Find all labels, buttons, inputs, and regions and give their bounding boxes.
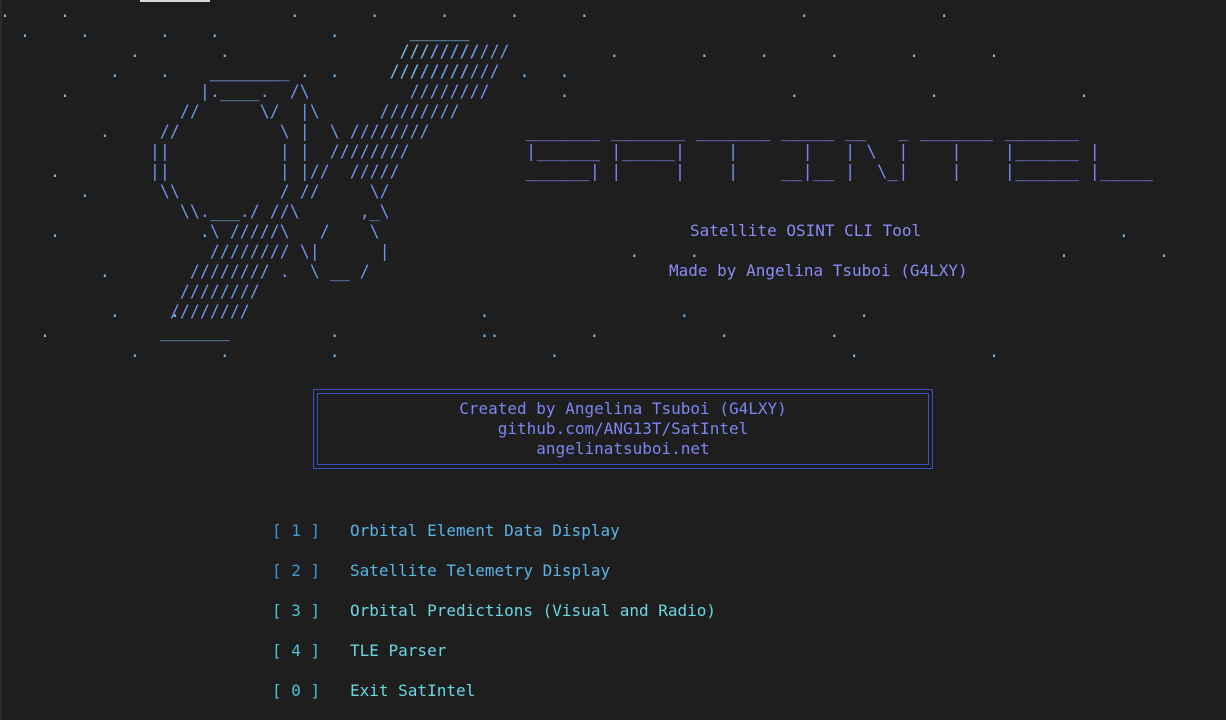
menu-item-orbital-element[interactable]: [ 1 ] Orbital Element Data Display <box>272 520 716 560</box>
menu-key: [ 3 ] <box>272 601 321 620</box>
main-menu: [ 1 ] Orbital Element Data Display [ 2 ]… <box>272 520 716 720</box>
menu-label: Orbital Predictions (Visual and Radio) <box>350 601 717 620</box>
menu-label: Satellite Telemetry Display <box>350 561 611 580</box>
credits-inner-frame: Created by Angelina Tsuboi (G4LXY) githu… <box>317 393 929 465</box>
credits-github-link[interactable]: github.com/ANG13T/SatIntel <box>498 419 748 439</box>
credits-website-link[interactable]: angelinatsuboi.net <box>536 439 709 459</box>
menu-item-exit[interactable]: [ 0 ] Exit SatIntel <box>272 680 716 720</box>
credits-author: Created by Angelina Tsuboi (G4LXY) <box>459 399 787 418</box>
menu-item-tle-parser[interactable]: [ 4 ] TLE Parser <box>272 640 716 680</box>
credits-box: Created by Angelina Tsuboi (G4LXY) githu… <box>313 389 933 469</box>
ascii-satellite-logo: //////// ________ //////// |.____. /\ //… <box>149 42 510 341</box>
tagline-author: Made by Angelina Tsuboi (G4LXY) <box>669 261 968 280</box>
menu-item-predictions[interactable]: [ 3 ] Orbital Predictions (Visual and Ra… <box>272 600 716 640</box>
ascii-satintel-title: _______ _______ _______ _____ __ _ _____… <box>526 122 1154 182</box>
menu-label: Exit SatIntel <box>350 681 476 700</box>
menu-key: [ 1 ] <box>272 521 321 540</box>
terminal-window: . . . . . . . . . . . . . . ______ . . /… <box>0 0 1226 720</box>
menu-key: [ 0 ] <box>272 681 321 700</box>
menu-key: [ 4 ] <box>272 641 321 660</box>
menu-item-telemetry[interactable]: [ 2 ] Satellite Telemetry Display <box>272 560 716 600</box>
tagline-tool: Satellite OSINT CLI Tool <box>690 221 922 240</box>
menu-label: Orbital Element Data Display <box>350 521 620 540</box>
menu-label: TLE Parser <box>350 641 447 660</box>
menu-key: [ 2 ] <box>272 561 321 580</box>
